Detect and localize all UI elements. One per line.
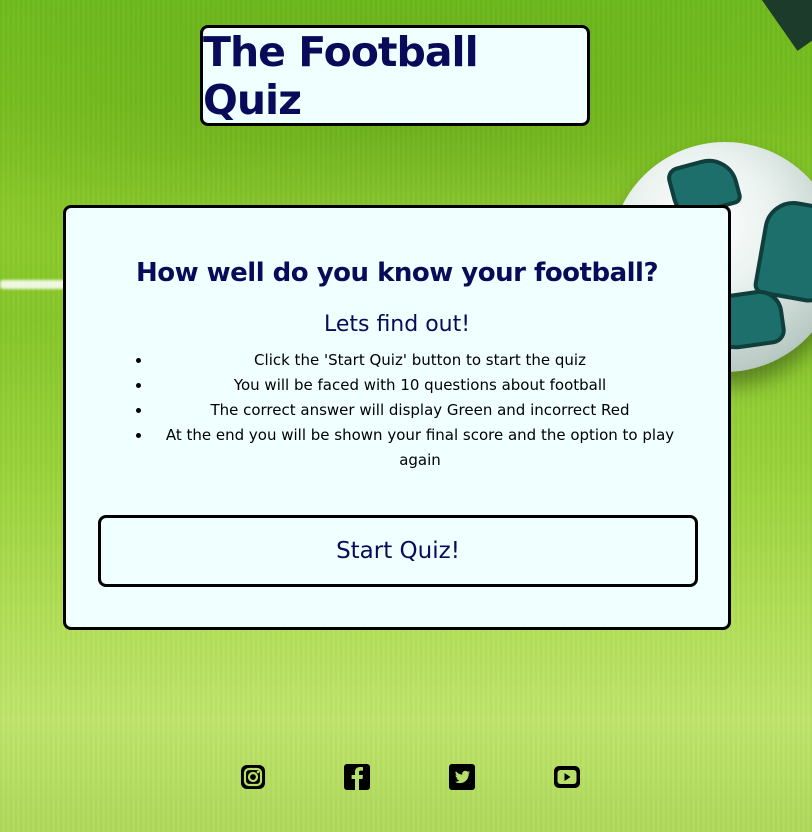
page-title: The Football Quiz [203, 27, 479, 124]
facebook-link[interactable] [343, 763, 371, 791]
instagram-link[interactable] [239, 763, 267, 791]
twitter-link[interactable] [448, 763, 476, 791]
background-corner-shadow [757, 0, 812, 51]
twitter-icon [449, 764, 475, 790]
instruction-item: At the end you will be shown your final … [152, 423, 688, 473]
youtube-link[interactable] [553, 763, 581, 791]
instagram-icon [241, 765, 265, 789]
pitch-line [0, 280, 70, 289]
instructions-list: Click the 'Start Quiz' button to start t… [66, 348, 728, 473]
instruction-item: The correct answer will display Green an… [152, 398, 688, 423]
instruction-item: Click the 'Start Quiz' button to start t… [152, 348, 688, 373]
intro-subheading: Lets find out! [323, 312, 471, 337]
start-quiz-button[interactable]: Start Quiz! [98, 515, 698, 587]
intro-heading: How well do you know your football? [135, 258, 659, 288]
instruction-item: You will be faced with 10 questions abou… [152, 373, 688, 398]
title-banner: The Football Quiz [200, 25, 590, 126]
youtube-icon [554, 766, 580, 788]
facebook-icon [344, 764, 370, 790]
intro-card: How well do you know your football? Lets… [63, 205, 731, 630]
